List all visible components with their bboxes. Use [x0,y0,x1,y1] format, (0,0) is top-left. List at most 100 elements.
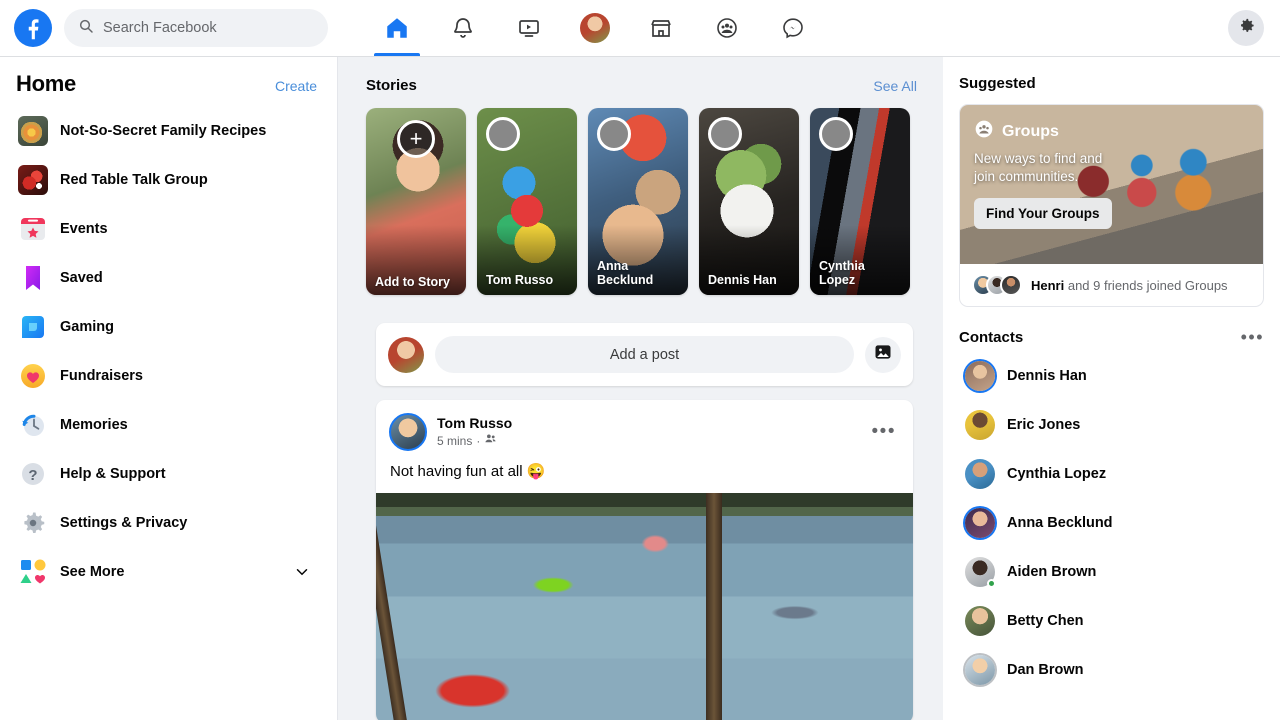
photo-icon [873,342,893,367]
suggested-brand: Groups [974,119,1249,144]
story-dennis-han[interactable]: Dennis Han [699,108,799,295]
story-tom-russo[interactable]: Tom Russo [477,108,577,295]
sidebar-item-fundraisers[interactable]: Fundraisers [14,354,327,398]
contact-name: Dan Brown [1007,662,1084,678]
sidebar-item-label: See More [60,564,125,580]
sidebar-item-recipes[interactable]: Not-So-Secret Family Recipes [14,109,327,153]
contact-eric-jones[interactable]: Eric Jones [959,403,1264,447]
sidebar-item-gaming[interactable]: Gaming [14,305,327,349]
feed-post: Tom Russo 5 mins · ••• Not having fun at… [376,400,913,720]
sidebar-item-settings-privacy[interactable]: Settings & Privacy [14,501,327,545]
avatar [965,655,995,685]
group-photo-icon [18,165,48,195]
suggested-footer-text: Henri and 9 friends joined Groups [1031,278,1228,293]
clock-icon [18,410,48,440]
nav-home[interactable] [364,0,430,56]
contact-betty-chen[interactable]: Betty Chen [959,599,1264,643]
suggested-card-overlay: Groups New ways to find and join communi… [960,105,1263,264]
sidebar-item-label: Memories [60,417,128,433]
nav-messenger[interactable] [760,0,826,56]
plus-icon: + [397,120,435,158]
post-header: Tom Russo 5 mins · ••• [376,400,913,460]
heart-icon [18,361,48,391]
online-status-dot [987,579,996,588]
contact-name: Anna Becklund [1007,515,1113,531]
stories-header: Stories See All [338,77,943,94]
post-meta-separator: · [476,433,481,448]
shapes-icon [18,557,48,587]
stories-row: + Add to Story Tom Russo Anna Becklund D… [338,108,943,295]
sidebar-item-label: Saved [60,270,103,286]
nav-watch[interactable] [496,0,562,56]
story-cynthia-lopez[interactable]: Cynthia Lopez [810,108,910,295]
stories-see-all-link[interactable]: See All [873,78,917,94]
sidebar-item-label: Red Table Talk Group [60,172,208,188]
story-anna-becklund[interactable]: Anna Becklund [588,108,688,295]
contact-cynthia-lopez[interactable]: Cynthia Lopez [959,452,1264,496]
nav-marketplace[interactable] [628,0,694,56]
contact-name: Dennis Han [1007,368,1087,384]
suggested-footer-name: Henri [1031,277,1065,293]
post-author-name[interactable]: Tom Russo [437,415,512,432]
nav-profile[interactable] [562,0,628,56]
topbar-left: Search Facebook [0,9,340,47]
add-post-input[interactable]: Add a post [435,336,854,373]
find-your-groups-button[interactable]: Find Your Groups [974,198,1112,229]
nav-notifications[interactable] [430,0,496,56]
groups-icon [974,119,994,144]
tree-trunk-right [706,493,722,720]
contact-dennis-han[interactable]: Dennis Han [959,354,1264,398]
primary-nav [364,0,826,57]
search-icon [78,18,94,39]
contact-name: Betty Chen [1007,613,1084,629]
story-label: Tom Russo [486,273,554,287]
sidebar-item-help-support[interactable]: ? Help & Support [14,452,327,496]
avatar [580,13,610,43]
contact-anna-becklund[interactable]: Anna Becklund [959,501,1264,545]
sidebar-item-saved[interactable]: Saved [14,256,327,300]
question-icon: ? [18,459,48,489]
sidebar-item-label: Not-So-Secret Family Recipes [60,123,267,139]
avatar [965,410,995,440]
create-link[interactable]: Create [275,78,317,94]
sidebar-item-events[interactable]: Events [14,207,327,251]
contacts-options-button[interactable]: ••• [1241,327,1264,348]
add-photo-button[interactable] [865,336,901,373]
avatar[interactable] [389,413,427,451]
chevron-down-icon[interactable] [293,563,319,581]
sidebar-header: Home Create [14,71,327,97]
settings-button[interactable] [1228,10,1264,46]
contact-aiden-brown[interactable]: Aiden Brown [959,550,1264,594]
story-avatar [486,117,520,151]
search-input[interactable]: Search Facebook [64,9,328,47]
contact-dan-brown[interactable]: Dan Brown [959,648,1264,692]
top-navigation-bar: Search Facebook [0,0,1280,57]
contact-name: Aiden Brown [1007,564,1097,580]
sidebar-item-label: Help & Support [60,466,166,482]
story-add-to-story[interactable]: + Add to Story [366,108,466,295]
bookmark-icon [18,263,48,293]
sidebar-item-memories[interactable]: Memories [14,403,327,447]
suggested-card-image: Groups New ways to find and join communi… [960,105,1263,264]
contacts-title: Contacts [959,329,1024,346]
right-sidebar: Suggested Groups New ways to find and jo… [943,57,1280,720]
nav-groups[interactable] [694,0,760,56]
tree-trunk-left [376,493,407,720]
events-icon [18,214,48,244]
search-placeholder: Search Facebook [103,20,217,36]
story-label: Anna Becklund [597,259,654,287]
post-author-block: Tom Russo 5 mins · [437,415,512,449]
sidebar-item-see-more[interactable]: See More [14,550,327,594]
suggested-subtitle: New ways to find and join communities. [974,151,1103,184]
facebook-logo[interactable] [14,9,52,47]
post-timestamp: 5 mins [437,433,473,448]
contacts-header: Contacts ••• [959,327,1264,348]
suggested-groups-card: Groups New ways to find and join communi… [959,104,1264,307]
topbar-right [1228,10,1280,46]
suggested-title: Suggested [959,75,1036,92]
sidebar-item-red-table-talk[interactable]: Red Table Talk Group [14,158,327,202]
suggested-card-footer: Henri and 9 friends joined Groups [960,264,1263,306]
post-more-button[interactable]: ••• [872,421,900,443]
post-image[interactable] [376,493,913,720]
svg-text:?: ? [28,467,37,484]
